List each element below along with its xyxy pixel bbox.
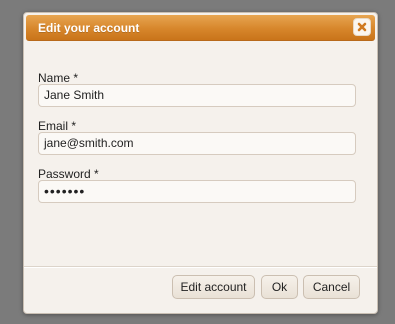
password-label: Password * <box>38 167 99 181</box>
name-label: Name * <box>38 71 79 85</box>
cancel-button[interactable]: Cancel <box>303 275 360 299</box>
close-button[interactable] <box>353 18 371 36</box>
email-label: Email * <box>38 119 77 133</box>
footer-divider <box>24 266 377 267</box>
email-field[interactable]: jane@smith.com <box>38 132 356 155</box>
ok-button[interactable]: Ok <box>261 275 298 299</box>
edit-account-dialog: Edit your account Name * Jane Smith Emai… <box>23 12 378 314</box>
dialog-titlebar[interactable]: Edit your account <box>26 15 375 41</box>
name-field[interactable]: Jane Smith <box>38 84 356 107</box>
dialog-title: Edit your account <box>38 21 140 35</box>
password-field[interactable]: ••••••• <box>38 180 356 203</box>
close-x-icon <box>357 22 367 32</box>
edit-account-button[interactable]: Edit account <box>172 275 255 299</box>
